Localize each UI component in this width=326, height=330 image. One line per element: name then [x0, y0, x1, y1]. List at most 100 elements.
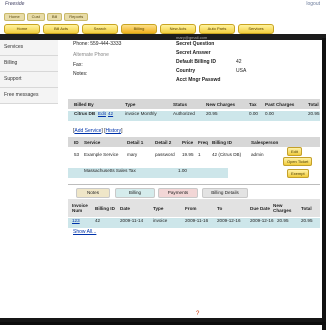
- billing-id-value: 42: [236, 59, 242, 65]
- nav-small-bill[interactable]: Bill: [46, 13, 63, 21]
- col-inv-date: Date: [120, 205, 130, 211]
- service-table-header: ID Service Detail 1 Detail 2 Price Freq …: [68, 137, 320, 147]
- nav-small-reports[interactable]: Reports: [64, 13, 89, 21]
- invoice-total-value: 20.95: [301, 218, 313, 223]
- service-salesperson-value: admin: [251, 152, 264, 157]
- billing-type-value: invoice Monthly: [125, 111, 157, 116]
- nav-home[interactable]: Home: [4, 24, 40, 34]
- service-detail2-value: password: [155, 152, 175, 157]
- nav-billing[interactable]: Billing: [121, 24, 157, 34]
- secret-question-label: Secret Question: [176, 41, 215, 47]
- main-nav: Home Bill Acts Search Billing New Acts A…: [4, 24, 274, 34]
- col-detail1: Detail 1: [127, 139, 144, 145]
- col-total: Total: [308, 101, 319, 107]
- logout-link[interactable]: logout: [306, 1, 320, 7]
- billing-edit-id-link[interactable]: 42: [108, 111, 113, 116]
- country-label: Country: [176, 68, 196, 74]
- section-divider: [68, 184, 320, 185]
- col-inv-billing-id: Billing ID: [95, 205, 115, 211]
- col-inv-type: Type: [153, 205, 164, 211]
- nav-bill-acts[interactable]: Bill Acts: [43, 24, 79, 34]
- col-billing-id: Billing ID: [212, 139, 232, 145]
- acct-mgr-label: Acct Mngr Passwd: [176, 77, 221, 83]
- service-price-value: 19.95: [182, 152, 194, 157]
- col-inv-new-charges: New Charges: [273, 203, 292, 213]
- nav-auto-parts[interactable]: Auto Parts: [199, 24, 235, 34]
- tab-payments[interactable]: Payments: [158, 188, 198, 198]
- sidebar: Services Billing Support Free messages: [0, 40, 58, 104]
- secret-answer-label: Secret Answer: [176, 50, 211, 56]
- nav-small-cust[interactable]: Cust: [26, 13, 45, 21]
- col-billed-by: Billed By: [74, 101, 94, 107]
- invoice-due-value: 2009-12-16: [250, 218, 274, 223]
- service-freq-value: 1: [198, 152, 201, 157]
- sidebar-item-messages[interactable]: Free messages: [0, 88, 58, 104]
- billing-new-charges-value: 20.95: [206, 111, 218, 116]
- col-inv-to: To: [217, 205, 223, 211]
- tax-label: Massachusetts Sales Tax: [84, 168, 136, 173]
- sidebar-item-billing[interactable]: Billing: [0, 56, 58, 72]
- phone-text: Phone: 559-444-3333: [73, 41, 122, 47]
- add-service-link[interactable]: Add Service: [74, 128, 101, 134]
- billing-status-value: Authorized: [173, 111, 195, 116]
- col-detail2: Detail 2: [155, 139, 172, 145]
- col-freq: Freq: [198, 139, 208, 145]
- tab-notes[interactable]: Notes: [76, 188, 110, 198]
- invoice-from-value: 2009-11-16: [185, 218, 209, 223]
- col-tax: Tax: [249, 101, 257, 107]
- col-price: Price: [182, 139, 194, 145]
- service-id-value: 53: [74, 152, 80, 157]
- email-text: mary@gmail.com: [176, 35, 208, 40]
- invoice-to-value: 2009-12-16: [217, 218, 241, 223]
- alt-phone-label: Alternate Phone: [73, 52, 109, 58]
- col-new-charges: New Charges: [206, 101, 236, 107]
- nav-search[interactable]: Search: [82, 24, 118, 34]
- sidebar-item-services[interactable]: Services: [0, 40, 58, 56]
- billed-by-value: Citrus DB: [74, 111, 96, 116]
- col-salesperson: Salesperson: [251, 139, 279, 145]
- invoice-new-charges-value: 20.95: [277, 218, 289, 223]
- fax-label: Fax:: [73, 62, 83, 68]
- footer-mark: ?: [196, 311, 200, 317]
- nav-new-acts[interactable]: New Acts: [160, 24, 196, 34]
- service-links: [Add Service] [History]: [73, 128, 123, 134]
- col-service: Service: [84, 139, 101, 145]
- service-billing-id-value: 42 (Citrus DB): [212, 152, 242, 157]
- billing-table-header: Billed By Type Status New Charges Tax Pa…: [68, 99, 320, 109]
- invoice-billing-id-value: 42: [95, 218, 101, 223]
- edit-service-button[interactable]: Edit: [287, 147, 302, 156]
- billing-edit-link[interactable]: Edit: [98, 111, 106, 116]
- service-detail1-value: mary: [127, 152, 138, 157]
- invoice-row: 123 42 2009-11-14 invoice 2009-11-16 200…: [68, 218, 320, 228]
- tab-billing-details[interactable]: Billing Details: [202, 188, 248, 198]
- logo: Freeside: [5, 1, 25, 7]
- right-edge-bar: [322, 38, 326, 330]
- notes-label: Notes:: [73, 71, 88, 77]
- tax-row: Massachusetts Sales Tax 1.00: [68, 168, 228, 178]
- nav-small-home[interactable]: Home: [4, 13, 25, 21]
- service-name-value: Example Service: [84, 152, 119, 157]
- billing-past-charges-value: 0.00: [265, 111, 274, 116]
- billing-id-label: Default Billing ID: [176, 59, 216, 65]
- nav-services[interactable]: Services: [238, 24, 274, 34]
- invoice-num-link[interactable]: 123: [72, 218, 80, 223]
- col-inv-due-date: Due Date: [250, 205, 270, 211]
- billing-tax-value: 0.00: [249, 111, 258, 116]
- secondary-nav: Home Cust Bill Reports: [4, 13, 89, 21]
- col-invoice-num: Invoice Num: [72, 203, 88, 213]
- invoice-type-value: invoice: [153, 218, 168, 223]
- col-id: ID: [74, 139, 79, 145]
- show-all-link[interactable]: Show All...: [73, 229, 96, 235]
- col-inv-from: From: [185, 205, 197, 211]
- col-inv-total: Total: [301, 205, 312, 211]
- col-status: Status: [173, 101, 188, 107]
- open-ticket-button[interactable]: Open Ticket: [283, 157, 313, 166]
- tab-billing[interactable]: Billing: [115, 188, 155, 198]
- country-value: USA: [236, 68, 247, 74]
- sidebar-item-support[interactable]: Support: [0, 72, 58, 88]
- history-link[interactable]: History: [106, 128, 122, 134]
- exempt-button[interactable]: Exempt: [287, 169, 309, 178]
- billing-row: Citrus DB Edit 42 invoice Monthly Author…: [68, 111, 320, 121]
- invoice-date-value: 2009-11-14: [120, 218, 144, 223]
- invoice-table-header: Invoice Num Billing ID Date Type From To…: [68, 199, 320, 217]
